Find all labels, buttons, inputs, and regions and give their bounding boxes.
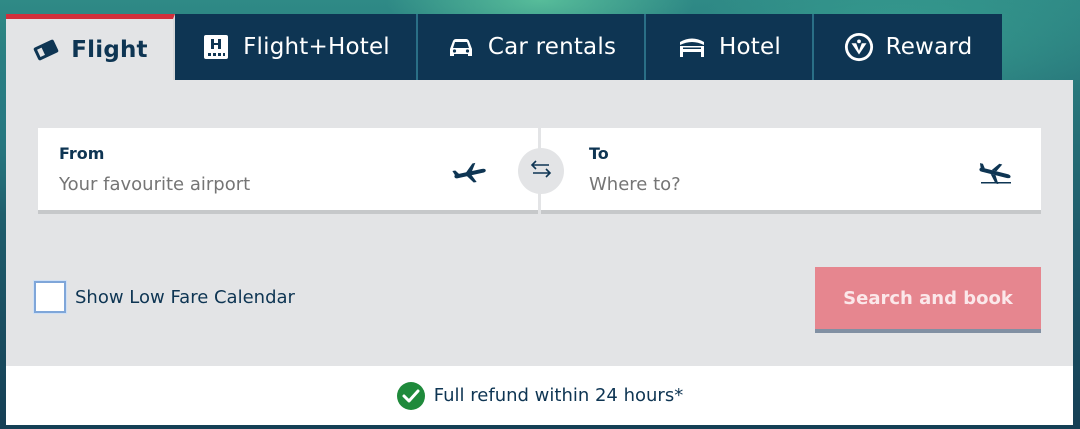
- to-input[interactable]: [589, 174, 969, 195]
- car-icon: [446, 32, 476, 62]
- tab-flight-hotel[interactable]: Flight+Hotel: [175, 14, 418, 80]
- refund-banner: Full refund within 24 hours*: [6, 366, 1073, 425]
- tab-flight[interactable]: Flight: [6, 14, 175, 80]
- search-and-book-button[interactable]: Search and book: [815, 267, 1041, 333]
- from-label: From: [59, 144, 105, 163]
- tab-label: Flight: [71, 36, 148, 63]
- hotel-building-icon: [201, 32, 231, 62]
- tab-label: Reward: [885, 34, 973, 60]
- booking-tabs: Flight Flight+Hotel Car rentals Hotel Re…: [6, 14, 1002, 80]
- low-fare-option: Show Low Fare Calendar: [34, 281, 295, 313]
- plane-takeoff-icon: [452, 162, 488, 184]
- booking-panel: From To: [6, 80, 1073, 366]
- low-fare-label[interactable]: Show Low Fare Calendar: [75, 287, 295, 308]
- refund-text: Full refund within 24 hours*: [433, 385, 684, 406]
- tab-label: Hotel: [719, 34, 781, 60]
- from-field[interactable]: From: [38, 128, 538, 214]
- swap-button[interactable]: [518, 148, 564, 194]
- ticket-icon: [31, 35, 61, 65]
- from-input[interactable]: [59, 174, 439, 195]
- swap-arrows-icon: [528, 156, 554, 186]
- tab-reward[interactable]: Reward: [814, 14, 1002, 80]
- plane-landing-icon: [977, 162, 1013, 185]
- tab-hotel[interactable]: Hotel: [646, 14, 814, 80]
- tab-label: Flight+Hotel: [243, 34, 390, 60]
- to-label: To: [589, 144, 609, 163]
- to-field[interactable]: To: [541, 128, 1041, 214]
- reward-badge-icon: [844, 32, 874, 62]
- tab-car-rentals[interactable]: Car rentals: [418, 14, 646, 80]
- check-circle-icon: [396, 381, 426, 411]
- tab-label: Car rentals: [487, 34, 617, 60]
- low-fare-checkbox[interactable]: [34, 281, 66, 313]
- bed-icon: [677, 32, 707, 62]
